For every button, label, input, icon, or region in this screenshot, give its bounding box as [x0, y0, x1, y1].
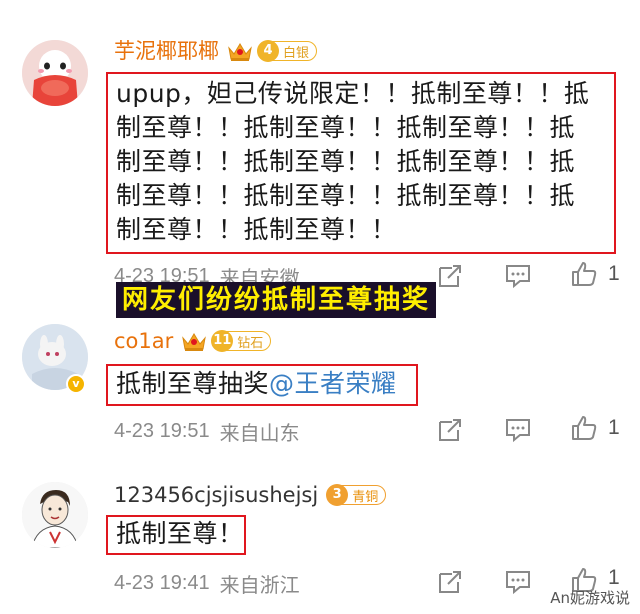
share-icon[interactable] [436, 416, 464, 444]
level-badge: 3 青铜 [326, 484, 387, 506]
like-count: 1 [608, 416, 620, 439]
name-row-2: co1ar 11 钻石 [114, 326, 272, 356]
username[interactable]: co1ar [114, 327, 173, 355]
crown-icon [182, 333, 207, 351]
level-number: 3 [326, 484, 349, 506]
name-row-1: 芋泥椰耶椰 4 白银 [114, 36, 318, 66]
highlighted-comment-box: 抵制至尊抽奖@王者荣耀 [106, 364, 418, 406]
like-icon[interactable] [570, 260, 598, 288]
level-number: 11 [211, 330, 234, 352]
comment-line: 制至尊！！抵制至尊！！抵制至尊！！抵 [116, 113, 576, 142]
comment-body: 抵制至尊抽奖 [116, 369, 270, 398]
comment-item-1: 芋泥椰耶椰 4 白银 upup，妲己传说限定！！抵制至尊！！抵 制至尊！！抵制至… [0, 0, 640, 290]
comment-line: 制至尊！！抵制至尊！！ [116, 215, 397, 244]
comment-icon[interactable] [504, 568, 532, 596]
comment-item-2: v co1ar 11 钻石 抵制至尊抽奖@王者荣耀 4-23 19:51 来自山… [0, 318, 640, 458]
level-label: 钻石 [237, 335, 264, 351]
crown-icon [228, 43, 252, 61]
comment-text: upup，妲己传说限定！！抵制至尊！！抵 制至尊！！抵制至尊！！抵制至尊！！抵 … [108, 74, 614, 247]
meta-row-2: 4-23 19:51 来自山东 [114, 419, 300, 445]
name-row-3: 123456cjsjisushejsj 3 青铜 [114, 480, 387, 510]
highlighted-comment-box: upup，妲己传说限定！！抵制至尊！！抵 制至尊！！抵制至尊！！抵制至尊！！抵 … [106, 72, 616, 254]
timestamp: 4-23 19:41 [114, 571, 210, 594]
level-badge: 4 白银 [257, 40, 318, 62]
location: 来自山东 [219, 420, 300, 445]
comment-icon[interactable] [504, 416, 532, 444]
comment-line: 制至尊！！抵制至尊！！抵制至尊！！抵 [116, 181, 576, 210]
comment-line: 制至尊！！抵制至尊！！抵制至尊！！抵 [116, 147, 576, 176]
verified-icon: v [66, 374, 86, 394]
level-number: 4 [257, 40, 279, 62]
timestamp: 4-23 19:51 [114, 419, 210, 442]
username[interactable]: 芋泥椰耶椰 [114, 37, 219, 65]
username[interactable]: 123456cjsjisushejsj [114, 481, 318, 509]
avatar-3[interactable] [22, 482, 88, 548]
share-icon[interactable] [436, 568, 464, 596]
meta-row-3: 4-23 19:41 来自浙江 [114, 571, 300, 597]
level-label: 白银 [283, 45, 310, 61]
caption-banner: 网友们纷纷抵制至尊抽奖 [116, 282, 437, 318]
watermark: An妮游戏说 [550, 589, 630, 607]
location: 来自浙江 [219, 572, 300, 597]
comment-text: 抵制至尊！ [108, 517, 244, 551]
level-badge: 11 钻石 [211, 330, 272, 352]
comment-text: 抵制至尊抽奖@王者荣耀 [108, 366, 416, 401]
comment-line: upup，妲己传说限定！！抵制至尊！！抵 [116, 79, 590, 108]
highlighted-comment-box: 抵制至尊！ [106, 515, 246, 555]
avatar-1[interactable] [22, 40, 88, 106]
comment-icon[interactable] [504, 262, 532, 290]
level-label: 青铜 [352, 489, 379, 505]
like-count: 1 [608, 262, 620, 285]
comment-body: 抵制至尊！ [116, 519, 244, 548]
share-icon[interactable] [436, 262, 464, 290]
comment-item-3: 123456cjsjisushejsj 3 青铜 抵制至尊！ 4-23 19:4… [0, 470, 640, 614]
mention-link[interactable]: @王者荣耀 [269, 369, 397, 398]
like-icon[interactable] [570, 414, 598, 442]
